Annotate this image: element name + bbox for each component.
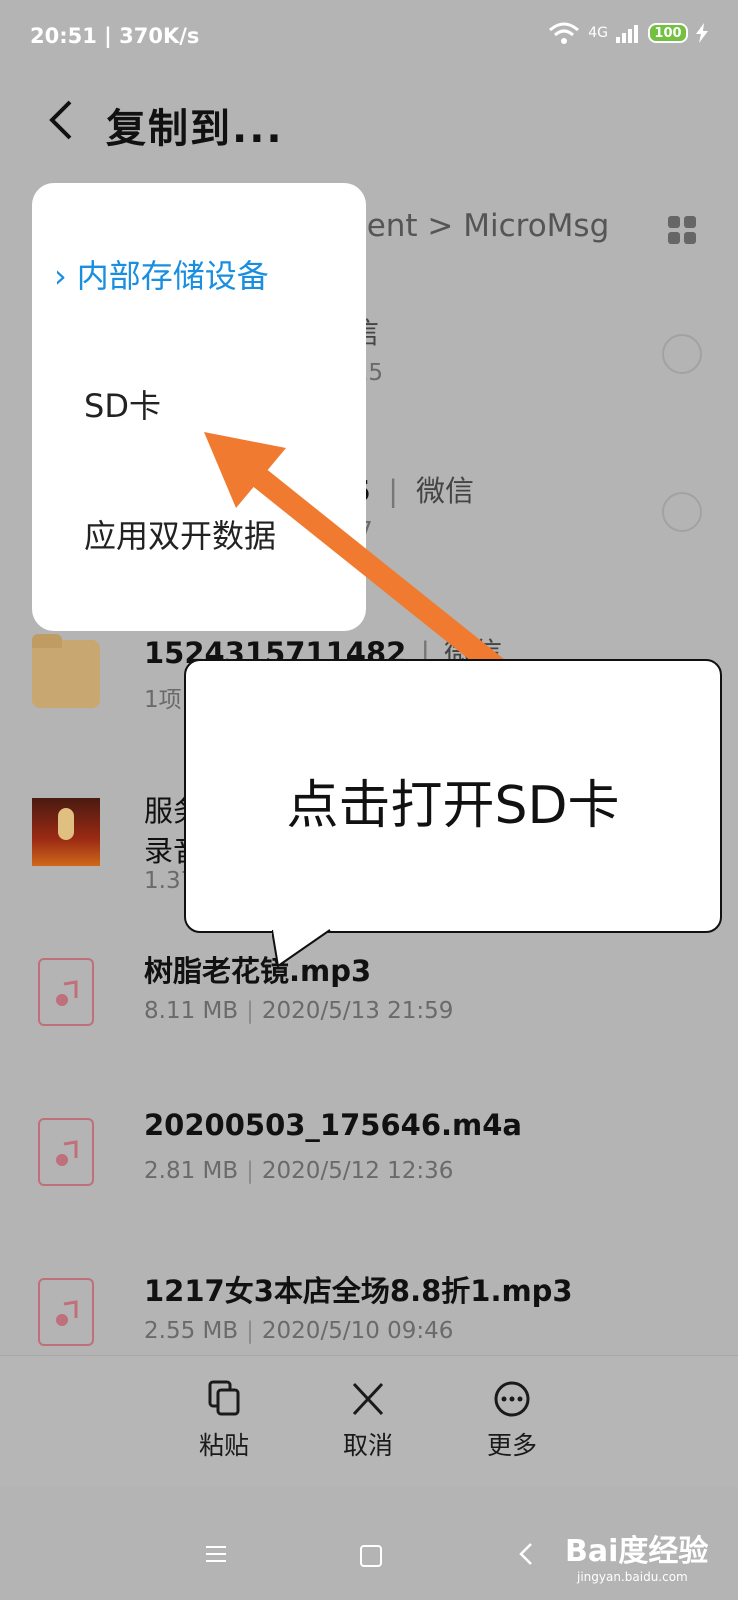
music-file-icon bbox=[38, 1118, 94, 1186]
popup-item-internal-storage[interactable]: › 内部存储设备 bbox=[54, 251, 269, 297]
music-file-icon bbox=[38, 958, 94, 1026]
paste-icon bbox=[208, 1380, 240, 1416]
annotation-callout: 点击打开SD卡 bbox=[184, 659, 722, 933]
callout-tail bbox=[272, 928, 332, 968]
back-icon[interactable] bbox=[40, 92, 84, 148]
chevron-right-icon: › bbox=[54, 257, 67, 295]
status-icons: 4G 100 bbox=[548, 22, 708, 44]
close-icon bbox=[352, 1382, 384, 1416]
nav-home-icon[interactable] bbox=[360, 1545, 382, 1567]
nav-menu-icon[interactable] bbox=[206, 1546, 226, 1562]
folder-icon bbox=[32, 634, 100, 708]
more-icon bbox=[494, 1381, 530, 1417]
popup-item-sd-card[interactable]: SD卡 bbox=[84, 381, 161, 427]
grid-view-icon[interactable] bbox=[668, 216, 696, 244]
music-file-icon bbox=[38, 1278, 94, 1346]
watermark-logo: Bai度经验 jingyan.baidu.com bbox=[565, 1534, 709, 1584]
paste-button[interactable]: 粘贴 bbox=[164, 1380, 284, 1462]
wifi-icon bbox=[549, 22, 580, 44]
album-cover-image bbox=[32, 798, 100, 866]
list-item[interactable]: 20200503_175646.m4a 2.81 MB | 2020/5/12 12… bbox=[0, 1108, 738, 1268]
more-button[interactable]: 更多 bbox=[452, 1380, 572, 1462]
list-item[interactable]: 树脂老花镜.mp3 8.11 MB | 2020/5/13 21:59 bbox=[0, 954, 738, 1108]
select-checkbox[interactable] bbox=[662, 334, 702, 374]
bottom-action-bar: 粘贴 取消 更多 bbox=[0, 1355, 738, 1486]
network-type: 4G bbox=[588, 25, 608, 41]
battery-icon: 100 bbox=[648, 23, 688, 43]
signal-icon bbox=[616, 25, 638, 43]
charging-icon bbox=[696, 23, 708, 43]
nav-back-icon[interactable] bbox=[518, 1542, 534, 1566]
select-checkbox[interactable] bbox=[662, 492, 702, 532]
page-title: 复制到... bbox=[106, 106, 284, 152]
status-time: 20:51 | 370K/s bbox=[30, 24, 200, 48]
breadcrumb[interactable]: ncent > MicroMsg bbox=[330, 208, 618, 244]
cancel-button[interactable]: 取消 bbox=[308, 1380, 428, 1462]
annotation-arrow bbox=[204, 432, 510, 680]
